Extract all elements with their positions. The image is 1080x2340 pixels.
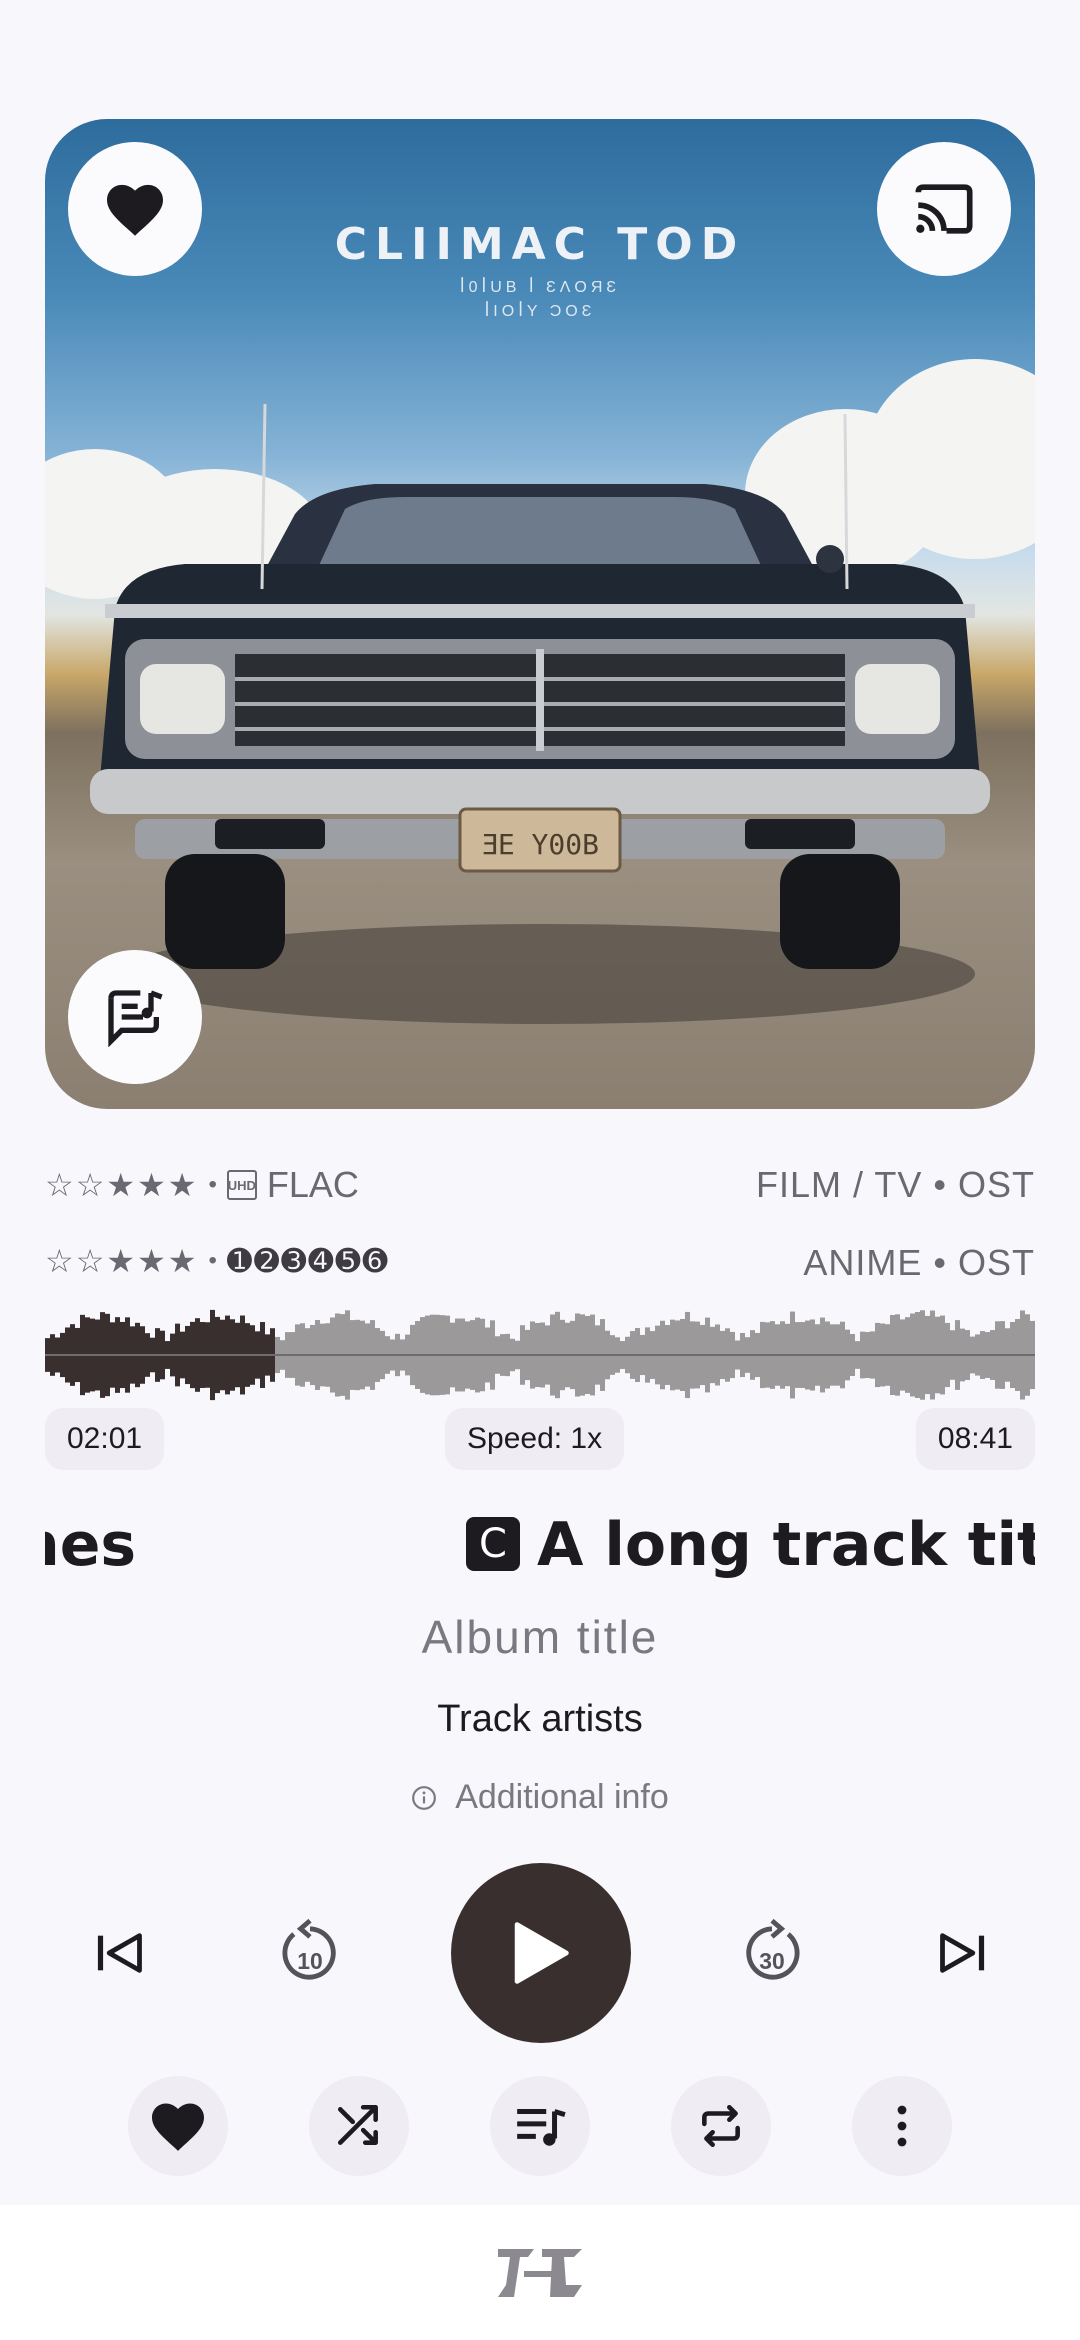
title-badge: C <box>466 1517 520 1571</box>
rating-stars[interactable]: ☆☆★★★ <box>45 1166 198 1204</box>
additional-info-row[interactable]: Additional info <box>0 1778 1080 1817</box>
waveform-seekbar[interactable] <box>45 1305 1035 1405</box>
next-track-button[interactable] <box>922 1908 1002 1998</box>
speed-chip[interactable]: Speed: 1x <box>445 1408 625 1470</box>
car-illustration: ƎE Y00B <box>90 403 990 1024</box>
audio-format: FLAC <box>266 1164 359 1205</box>
additional-info-label: Additional info <box>455 1778 669 1816</box>
app-logo-icon <box>498 2248 582 2297</box>
circled-numbers: ➊➋➌➍➎➏ <box>226 1244 390 1278</box>
play-icon <box>514 1922 569 1984</box>
fast-forward-button[interactable]: 30 <box>732 1908 812 1998</box>
meta-row-2: ☆☆★★★ • ➊➋➌➍➎➏ ANIME • OST <box>45 1242 1035 1286</box>
separator-dot: • <box>208 1247 217 1274</box>
genre-label-2: ANIME • OST <box>803 1242 1035 1283</box>
track-title: A long track title <box>537 1510 1035 1580</box>
play-button[interactable] <box>451 1863 631 2043</box>
queue-button[interactable] <box>490 2076 590 2176</box>
previous-track-button[interactable] <box>80 1908 160 1998</box>
more-vert-icon <box>897 2105 907 2147</box>
cast-icon <box>915 184 973 234</box>
like-button[interactable] <box>128 2076 228 2176</box>
track-artists[interactable]: Track artists <box>0 1698 1080 1741</box>
lyrics-icon <box>108 990 163 1047</box>
skip-previous-icon <box>97 1933 142 1973</box>
meta-row-1: ☆☆★★★ • UHD FLAC FILM / TV • OST <box>45 1164 1035 1208</box>
genre-label: FILM / TV • OST <box>756 1164 1035 1205</box>
shuffle-icon <box>337 2104 378 2145</box>
duration-time: 08:41 <box>915 1408 1035 1470</box>
shuffle-button[interactable] <box>309 2076 409 2176</box>
favorite-button[interactable] <box>68 142 202 276</box>
elapsed-time: 02:01 <box>45 1408 165 1470</box>
album-art[interactable]: CLIIMAC TOD ꟾ0ꟾUB ꟾ ƐɅOЯƐ ꟾIOꟾY ƆOƐ ƎE Y… <box>45 119 1035 1109</box>
info-icon <box>412 1785 437 1810</box>
bottom-bar <box>0 2205 1080 2340</box>
license-plate-text: ƎE Y00B <box>481 828 599 861</box>
repeat-button[interactable] <box>671 2076 771 2176</box>
forward-30-icon: 30 <box>746 1918 800 1980</box>
more-options-button[interactable] <box>852 2076 952 2176</box>
format-badge-text: UHD <box>227 1177 256 1193</box>
album-title[interactable]: Album title <box>0 1610 1080 1664</box>
skip-next-icon <box>940 1933 985 1973</box>
rating-stars-2[interactable]: ☆☆★★★ <box>45 1242 198 1280</box>
rewind-button[interactable]: 10 <box>270 1908 350 1998</box>
lyrics-button[interactable] <box>68 950 202 1084</box>
separator-dot: • <box>208 1171 217 1198</box>
heart-icon <box>152 2103 204 2151</box>
queue-music-icon <box>517 2108 566 2146</box>
previous-title-tail: nes <box>45 1510 137 1580</box>
repeat-icon <box>702 2104 740 2148</box>
forward-seconds: 30 <box>759 1948 784 1974</box>
track-title-marquee: nes C A long track title <box>45 1500 1035 1590</box>
cast-button[interactable] <box>877 142 1011 276</box>
uhd-icon: UHD <box>226 1170 257 1200</box>
heart-icon <box>107 184 163 236</box>
rewind-10-icon: 10 <box>282 1918 336 1980</box>
rewind-seconds: 10 <box>297 1948 322 1974</box>
